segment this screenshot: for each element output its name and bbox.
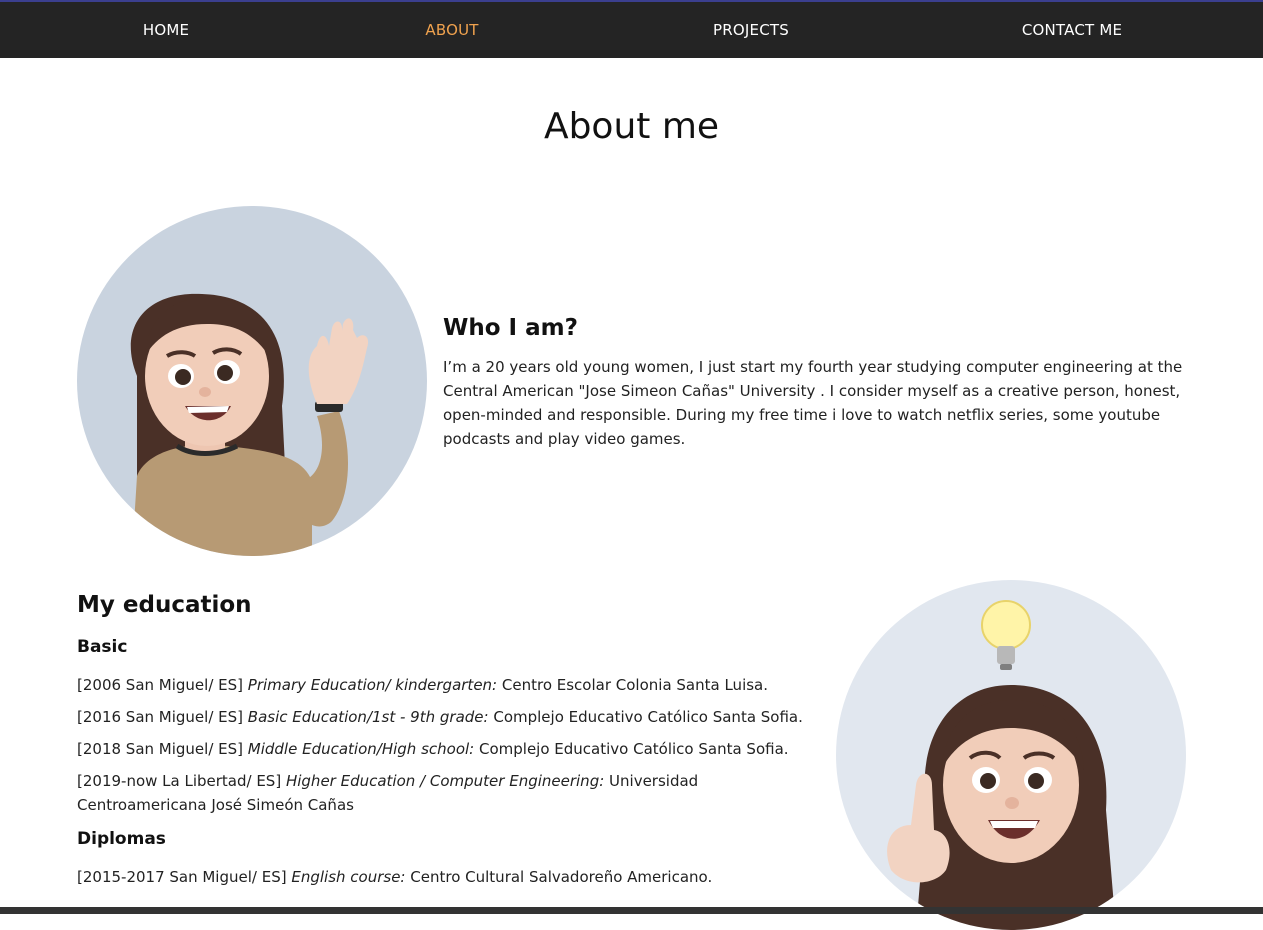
avatar-idea bbox=[836, 580, 1186, 930]
main-nav: HOME ABOUT PROJECTS CONTACT ME bbox=[0, 2, 1263, 58]
window-bottom-edge bbox=[0, 907, 1263, 914]
waving-memoji-illustration bbox=[130, 293, 369, 556]
diploma-item: [2015-2017 San Miguel/ ES] English cours… bbox=[77, 868, 713, 886]
education-heading: My education bbox=[77, 592, 252, 618]
basic-education-heading: Basic bbox=[77, 637, 128, 657]
idea-memoji-illustration bbox=[887, 600, 1116, 930]
education-item: [2016 San Miguel/ ES] Basic Education/1s… bbox=[77, 708, 803, 726]
who-i-am-text: I’m a 20 years old young women, I just s… bbox=[443, 358, 1183, 448]
nav-projects-link[interactable]: PROJECTS bbox=[713, 2, 789, 58]
nav-about-link[interactable]: ABOUT bbox=[425, 2, 478, 58]
diplomas-heading: Diplomas bbox=[77, 829, 166, 849]
education-item: [2018 San Miguel/ ES] Middle Education/H… bbox=[77, 740, 789, 758]
who-i-am-heading: Who I am? bbox=[443, 315, 578, 341]
nav-contact-link[interactable]: CONTACT ME bbox=[1022, 2, 1122, 58]
education-item: [2019-now La Libertad/ ES] Higher Educat… bbox=[77, 772, 699, 814]
avatar-waving bbox=[77, 206, 427, 556]
page-title: About me bbox=[543, 106, 720, 147]
nav-home-link[interactable]: HOME bbox=[143, 2, 189, 58]
lightbulb-icon bbox=[981, 600, 1031, 650]
education-item: [2006 San Miguel/ ES] Primary Education/… bbox=[77, 676, 769, 694]
